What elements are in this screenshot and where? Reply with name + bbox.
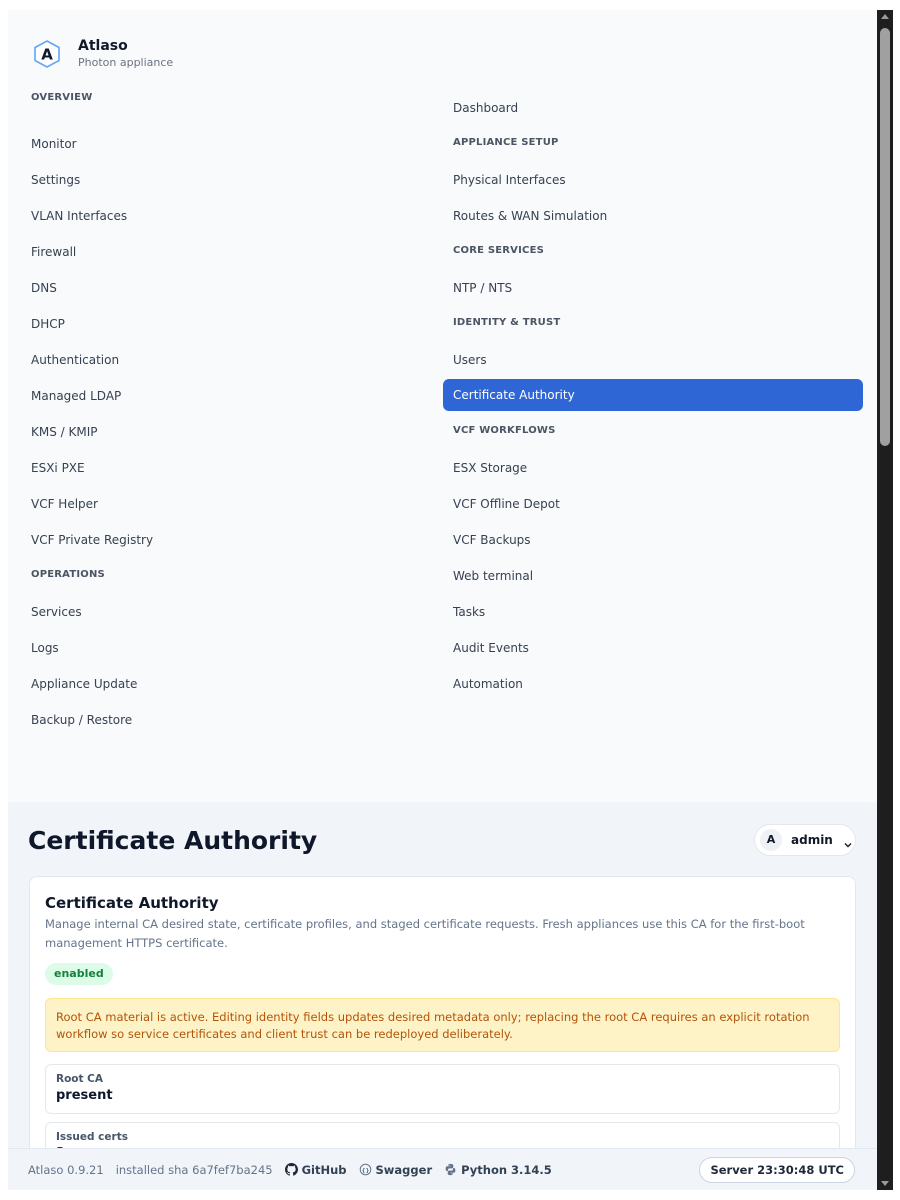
github-icon (284, 1163, 298, 1176)
sidebar-item-esx-storage[interactable]: ESX Storage (443, 452, 863, 484)
stat-root-ca: Root CA present (45, 1064, 840, 1114)
sidebar-item-dashboard[interactable]: Dashboard (443, 92, 863, 124)
sidebar-item-automation[interactable]: Automation (443, 668, 863, 700)
sidebar-item-dns[interactable]: DNS (21, 272, 441, 304)
nav-section-appliance-setup: APPLIANCE SETUP (453, 137, 559, 148)
github-link[interactable]: GitHub (284, 1162, 347, 1177)
ca-card: Certificate Authority Manage internal CA… (29, 876, 856, 1148)
sidebar-item-audit-events[interactable]: Audit Events (443, 632, 863, 664)
scroll-up-icon[interactable] (881, 14, 889, 19)
sidebar-item-vcf-offline-depot[interactable]: VCF Offline Depot (443, 488, 863, 520)
sidebar-item-authentication[interactable]: Authentication (21, 344, 441, 376)
svg-text:{}: {} (361, 1168, 369, 1174)
sidebar-item-firewall[interactable]: Firewall (21, 236, 441, 268)
server-time-badge: Server 23:30:48 UTC (699, 1157, 855, 1183)
sidebar-item-routes-wan[interactable]: Routes & WAN Simulation (443, 200, 863, 232)
atlaso-logo-icon: A (32, 39, 62, 69)
footer: Atlaso 0.9.21 installed sha 6a7fef7ba245… (8, 1148, 877, 1190)
stat-value: present (56, 1088, 113, 1103)
sidebar-item-vlan-interfaces[interactable]: VLAN Interfaces (21, 200, 441, 232)
card-description: Manage internal CA desired state, certif… (45, 917, 805, 950)
card-title: Certificate Authority (45, 894, 219, 912)
sidebar-item-certificate-authority[interactable]: Certificate Authority (443, 379, 863, 411)
stat-label: Root CA (56, 1073, 104, 1085)
scroll-down-icon[interactable] (881, 1181, 889, 1186)
sidebar-item-monitor[interactable]: Monitor (21, 128, 441, 160)
swagger-label: Swagger (375, 1162, 433, 1177)
sidebar-item-ntp-nts[interactable]: NTP / NTS (443, 272, 863, 304)
scrollbar[interactable] (877, 10, 893, 1190)
python-label: Python 3.14.5 (461, 1162, 552, 1177)
sidebar-item-backup-restore[interactable]: Backup / Restore (21, 704, 441, 736)
github-label: GitHub (301, 1162, 347, 1177)
sidebar-item-settings[interactable]: Settings (21, 164, 441, 196)
sidebar-item-kms-kmip[interactable]: KMS / KMIP (21, 416, 441, 448)
brand-subtitle: Photon appliance (78, 56, 174, 69)
stat-issued-certs: Issued certs 2 (45, 1122, 840, 1148)
nav-section-operations: OPERATIONS (31, 569, 105, 580)
nav-section-identity-trust: IDENTITY & TRUST (453, 317, 561, 328)
stat-label: Issued certs (56, 1131, 128, 1143)
python-icon (444, 1163, 457, 1176)
sidebar-nav: A Atlaso Photon appliance OVERVIEW Monit… (8, 10, 877, 802)
main-content: Certificate Authority A admin Certificat… (8, 802, 877, 1148)
sidebar-item-tasks[interactable]: Tasks (443, 596, 863, 628)
avatar: A (760, 829, 782, 851)
swagger-icon: {} (359, 1163, 372, 1176)
sidebar-item-vcf-helper[interactable]: VCF Helper (21, 488, 441, 520)
python-link[interactable]: Python 3.14.5 (444, 1163, 552, 1177)
warning-alert: Root CA material is active. Editing iden… (45, 998, 840, 1052)
swagger-link[interactable]: {} Swagger (359, 1162, 433, 1177)
scrollbar-thumb[interactable] (880, 28, 890, 446)
sidebar-item-web-terminal[interactable]: Web terminal (443, 560, 863, 592)
footer-sha: installed sha 6a7fef7ba245 (115, 1162, 273, 1177)
nav-section-overview: OVERVIEW (31, 92, 93, 103)
status-badge: enabled (45, 963, 113, 985)
sidebar-item-managed-ldap[interactable]: Managed LDAP (21, 380, 441, 412)
sidebar-item-physical-interfaces[interactable]: Physical Interfaces (443, 164, 863, 196)
sidebar-item-appliance-update[interactable]: Appliance Update (21, 668, 441, 700)
chevron-down-icon (843, 835, 853, 848)
sidebar-item-dhcp[interactable]: DHCP (21, 308, 441, 340)
sidebar-item-vcf-private-registry[interactable]: VCF Private Registry (21, 524, 441, 556)
nav-section-vcf-workflows: VCF WORKFLOWS (453, 425, 556, 436)
nav-section-core-services: CORE SERVICES (453, 245, 545, 256)
logo-letter: A (41, 45, 53, 63)
user-name: admin (791, 833, 833, 847)
brand-title: Atlaso (78, 38, 128, 54)
page-title: Certificate Authority (28, 826, 318, 855)
sidebar-item-services[interactable]: Services (21, 596, 441, 628)
footer-version: Atlaso 0.9.21 (28, 1162, 104, 1177)
sidebar-item-vcf-backups[interactable]: VCF Backups (443, 524, 863, 556)
sidebar-item-esxi-pxe[interactable]: ESXi PXE (21, 452, 441, 484)
brand[interactable]: A Atlaso Photon appliance (32, 38, 173, 69)
sidebar-item-users[interactable]: Users (443, 344, 863, 376)
sidebar-item-logs[interactable]: Logs (21, 632, 441, 664)
user-menu-button[interactable]: A admin (754, 824, 856, 856)
